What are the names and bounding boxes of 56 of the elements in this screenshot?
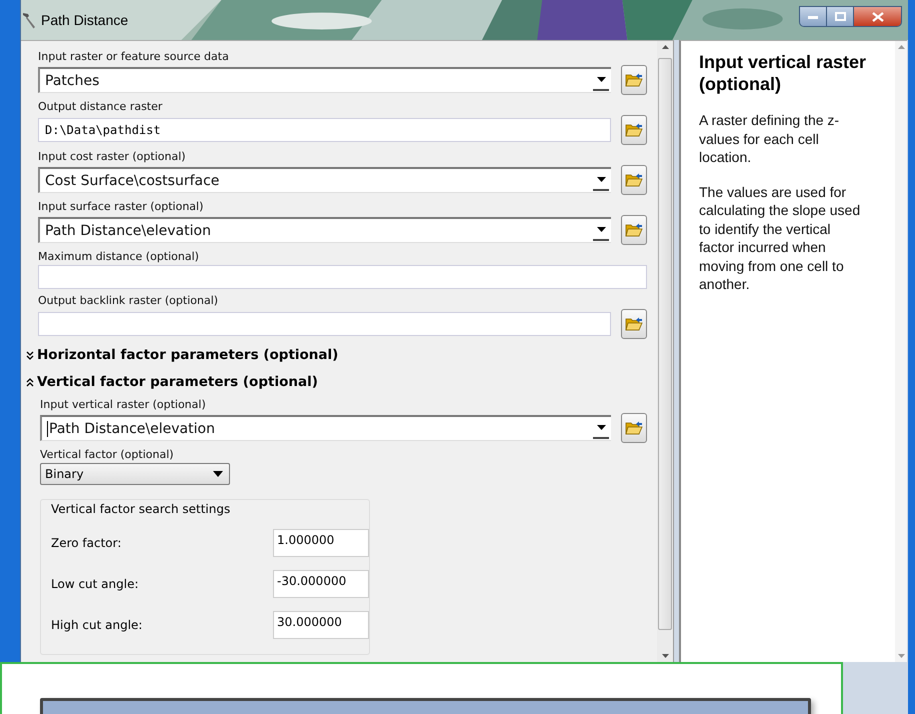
input-field[interactable]: 30.000000 [273,611,369,639]
folder-icon[interactable] [621,215,647,245]
field-label: Low cut angle: [51,577,140,591]
folder-icon[interactable] [621,65,647,95]
chevron-icon [26,378,34,386]
chevron-icon [26,350,34,360]
field-value: Path Distance\elevation [49,420,215,436]
help-title: Input vertical raster (optional) [699,51,867,95]
input-field[interactable]: 1.000000 [273,529,369,557]
field-label: Input surface raster (optional) [38,199,204,215]
input-field[interactable]: D:\Data\pathdist [38,118,611,142]
scrollbar[interactable] [657,41,673,662]
field-value: Patches [45,72,100,88]
folder-icon[interactable] [621,115,647,145]
minimize-button[interactable] [800,7,827,26]
help-text: The values are used for calculating the slope used to identify the vertical factor incurred when moving from one cell to another. [699,182,862,294]
field-value: Cost Surface\costsurface [45,172,220,188]
section-header[interactable]: Vertical factor parameters (optional) [21,371,647,393]
field-label: Output backlink raster (optional) [38,293,220,309]
dropdown-field[interactable]: Path Distance\elevation [38,217,611,243]
field-label: Output distance raster [38,99,164,115]
close-icon [872,12,884,22]
folder-icon[interactable] [621,309,647,339]
scroll-up-icon[interactable] [662,45,668,49]
field-label: High cut angle: [51,618,144,632]
field-label: Input cost raster (optional) [38,149,187,165]
field-value: Path Distance\elevation [45,222,211,238]
field-label: Zero factor: [51,536,122,550]
dropdown-field[interactable]: Path Distance\elevation [40,415,611,441]
field-label: Input vertical raster (optional) [40,397,207,413]
dropdown-field[interactable]: Binary [40,463,230,485]
hammer-icon [21,11,37,29]
field-label: Maximum distance (optional) [38,249,200,265]
help-text: A raster defining the z-values for each cell location. [699,111,840,166]
dropdown-arrow-icon [213,471,223,477]
scroll-up-icon[interactable] [898,45,904,49]
input-field[interactable]: -30.000000 [273,570,369,598]
maximize-icon [834,12,846,21]
maximize-button[interactable] [827,7,854,26]
dropdown-field[interactable]: Patches [38,67,611,93]
input-field[interactable] [38,265,647,289]
minimize-icon [808,14,818,18]
folder-icon[interactable] [621,413,647,443]
input-field[interactable] [38,312,611,336]
section-header[interactable]: Horizontal factor parameters (optional) [21,344,647,366]
scrollbar[interactable] [895,41,907,662]
text-cursor [47,420,48,436]
folder-icon[interactable] [621,165,647,195]
scroll-down-icon[interactable] [662,654,668,658]
window-title: Path Distance [41,12,128,28]
field-label: Vertical factor (optional) [40,447,175,463]
dropdown-field[interactable]: Cost Surface\costsurface [38,167,611,193]
scroll-down-icon[interactable] [898,654,904,658]
close-button[interactable] [854,7,901,26]
group-title: Vertical factor search settings [49,502,232,516]
field-label: Input raster or feature source data [38,49,230,65]
